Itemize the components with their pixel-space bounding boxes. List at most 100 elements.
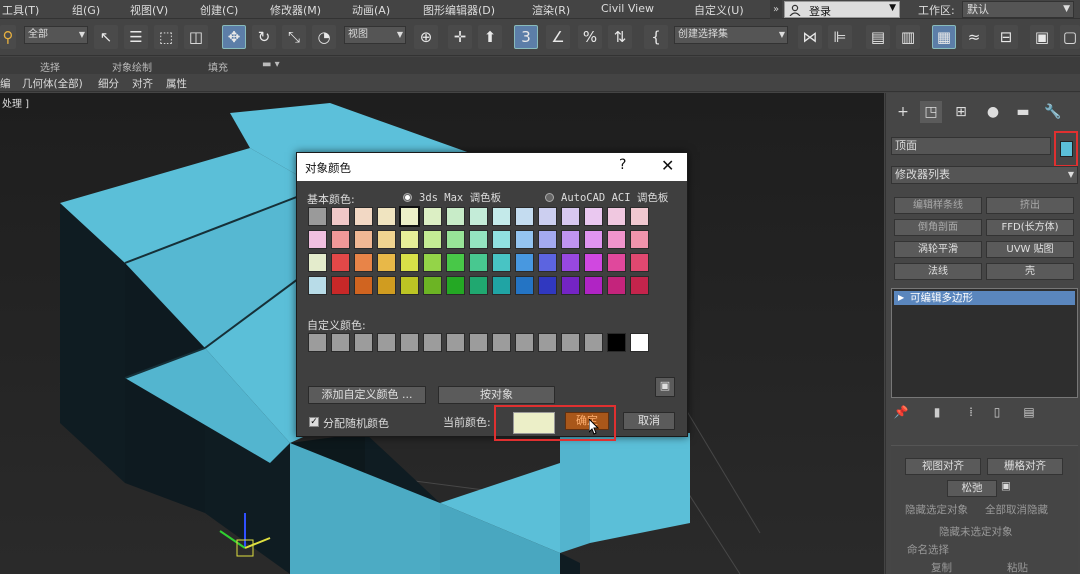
color-swatch[interactable] bbox=[469, 230, 488, 249]
color-swatch[interactable] bbox=[399, 206, 420, 227]
menu-customize[interactable]: 自定义(U) bbox=[694, 2, 744, 18]
unhide-all-button[interactable]: 全部取消隐藏 bbox=[985, 502, 1048, 517]
color-swatch[interactable] bbox=[308, 230, 327, 249]
color-swatch[interactable] bbox=[630, 207, 649, 226]
row3-geometry[interactable]: 几何体(全部) bbox=[22, 76, 83, 91]
show-end-result-icon[interactable]: ▮ bbox=[929, 405, 945, 421]
color-swatch[interactable] bbox=[515, 230, 534, 249]
row3-properties[interactable]: 属性 bbox=[166, 76, 187, 91]
menu-create[interactable]: 创建(C) bbox=[200, 2, 238, 18]
color-swatch[interactable] bbox=[377, 253, 396, 272]
color-swatch[interactable] bbox=[354, 230, 373, 249]
modify-tab-icon[interactable]: ◳ bbox=[920, 101, 942, 123]
custom-color-swatch[interactable] bbox=[331, 333, 350, 352]
color-swatch[interactable] bbox=[308, 276, 327, 295]
color-swatch[interactable] bbox=[492, 276, 511, 295]
color-swatch[interactable] bbox=[561, 253, 580, 272]
relax-button[interactable]: 松弛 bbox=[947, 480, 997, 497]
named-selection-dropdown[interactable]: 创建选择集 ▼ bbox=[674, 26, 788, 44]
stack-item-editable-poly[interactable]: ▶ 可编辑多边形 bbox=[894, 291, 1075, 305]
select-object-icon[interactable]: ↖ bbox=[94, 25, 118, 49]
color-swatch[interactable] bbox=[584, 276, 603, 295]
paste-button[interactable]: 粘贴 bbox=[1007, 560, 1028, 574]
hide-selected-button[interactable]: 隐藏选定对象 bbox=[905, 502, 968, 517]
curve-editor-icon[interactable]: ≈ bbox=[962, 25, 986, 49]
color-swatch[interactable] bbox=[515, 276, 534, 295]
color-swatch[interactable] bbox=[492, 230, 511, 249]
mirror-icon[interactable]: ⋈ bbox=[798, 25, 822, 49]
color-picker-icon[interactable]: ▣ bbox=[655, 377, 675, 397]
pin-stack-icon[interactable]: 📌 bbox=[893, 405, 909, 421]
color-swatch[interactable] bbox=[538, 230, 557, 249]
ribbon-select[interactable]: 选择 bbox=[40, 59, 60, 74]
color-swatch[interactable] bbox=[331, 207, 350, 226]
custom-color-swatch[interactable] bbox=[377, 333, 396, 352]
custom-color-swatch[interactable] bbox=[423, 333, 442, 352]
select-by-name-icon[interactable]: ☰ bbox=[124, 25, 148, 49]
menu-graph-editors[interactable]: 图形编辑器(D) bbox=[423, 2, 495, 18]
mod-turbosmooth-button[interactable]: 涡轮平滑 bbox=[894, 241, 982, 258]
mod-ffd-box-button[interactable]: FFD(长方体) bbox=[986, 219, 1074, 236]
color-swatch[interactable] bbox=[515, 253, 534, 272]
relax-settings-icon[interactable]: ▣ bbox=[1001, 480, 1011, 492]
mod-edit-spline-button[interactable]: 编辑样条线 bbox=[894, 197, 982, 214]
color-swatch[interactable] bbox=[308, 207, 327, 226]
reference-coord-dropdown[interactable]: 视图 ▼ bbox=[344, 26, 406, 44]
make-unique-icon[interactable]: ⁞ bbox=[963, 405, 979, 421]
random-colors-checkbox[interactable]: ✓ bbox=[309, 417, 319, 427]
add-custom-color-button[interactable]: 添加自定义颜色 ... bbox=[308, 386, 426, 404]
edit-named-selection-icon[interactable]: { bbox=[644, 25, 668, 49]
menu-group[interactable]: 组(G) bbox=[72, 2, 100, 18]
custom-color-swatch[interactable] bbox=[446, 333, 465, 352]
color-swatch[interactable] bbox=[354, 207, 373, 226]
color-swatch[interactable] bbox=[492, 253, 511, 272]
color-swatch[interactable] bbox=[538, 276, 557, 295]
color-swatch[interactable] bbox=[423, 253, 442, 272]
custom-color-swatch[interactable] bbox=[630, 333, 649, 352]
menu-animation[interactable]: 动画(A) bbox=[352, 2, 390, 18]
snap-toggle-icon[interactable]: 3 bbox=[514, 25, 538, 49]
keyboard-shortcut-icon[interactable]: ⬆ bbox=[478, 25, 502, 49]
cancel-button[interactable]: 取消 bbox=[623, 412, 675, 430]
mod-extrude-button[interactable]: 挤出 bbox=[986, 197, 1074, 214]
color-swatch[interactable] bbox=[308, 253, 327, 272]
close-button[interactable]: ✕ bbox=[661, 156, 674, 175]
custom-color-swatch[interactable] bbox=[561, 333, 580, 352]
display-tab-icon[interactable]: ▬ bbox=[1012, 101, 1034, 123]
custom-color-swatch[interactable] bbox=[515, 333, 534, 352]
custom-color-swatch[interactable] bbox=[492, 333, 511, 352]
current-color-swatch[interactable] bbox=[513, 412, 555, 434]
place-icon[interactable]: ◔ bbox=[312, 25, 336, 49]
color-swatch[interactable] bbox=[331, 253, 350, 272]
render-frame-icon[interactable]: ▢ bbox=[1060, 25, 1080, 49]
configure-sets-icon[interactable]: ▤ bbox=[1021, 405, 1037, 421]
color-swatch[interactable] bbox=[446, 253, 465, 272]
material-editor-icon[interactable]: ⊟ bbox=[994, 25, 1018, 49]
menu-tools[interactable]: 工具(T) bbox=[2, 2, 39, 18]
spinner-snap-icon[interactable]: ⇅ bbox=[608, 25, 632, 49]
row3-align[interactable]: 对齐 bbox=[132, 76, 153, 91]
color-swatch[interactable] bbox=[354, 276, 373, 295]
color-swatch[interactable] bbox=[561, 276, 580, 295]
copy-button[interactable]: 复制 bbox=[931, 560, 952, 574]
custom-color-swatch[interactable] bbox=[308, 333, 327, 352]
custom-color-swatch[interactable] bbox=[538, 333, 557, 352]
modifier-stack[interactable]: ▶ 可编辑多边形 bbox=[891, 288, 1078, 398]
ok-button[interactable]: 确定 bbox=[565, 412, 609, 430]
selection-filter-dropdown[interactable]: 全部 ▼ bbox=[24, 26, 88, 44]
color-swatch[interactable] bbox=[446, 276, 465, 295]
color-swatch[interactable] bbox=[377, 276, 396, 295]
color-swatch[interactable] bbox=[630, 276, 649, 295]
color-swatch[interactable] bbox=[515, 207, 534, 226]
mod-shell-button[interactable]: 壳 bbox=[986, 263, 1074, 280]
select-manipulate-icon[interactable]: ✛ bbox=[448, 25, 472, 49]
grid-align-button[interactable]: 栅格对齐 bbox=[987, 458, 1063, 475]
percent-snap-icon[interactable]: % bbox=[578, 25, 602, 49]
remove-modifier-icon[interactable]: ▯ bbox=[989, 405, 1005, 421]
color-swatch[interactable] bbox=[584, 207, 603, 226]
custom-color-swatch[interactable] bbox=[607, 333, 626, 352]
view-align-button[interactable]: 视图对齐 bbox=[905, 458, 981, 475]
color-swatch[interactable] bbox=[492, 207, 511, 226]
viewport-label[interactable]: 处理 ] bbox=[2, 95, 29, 110]
palette-max-radio[interactable] bbox=[403, 193, 412, 202]
